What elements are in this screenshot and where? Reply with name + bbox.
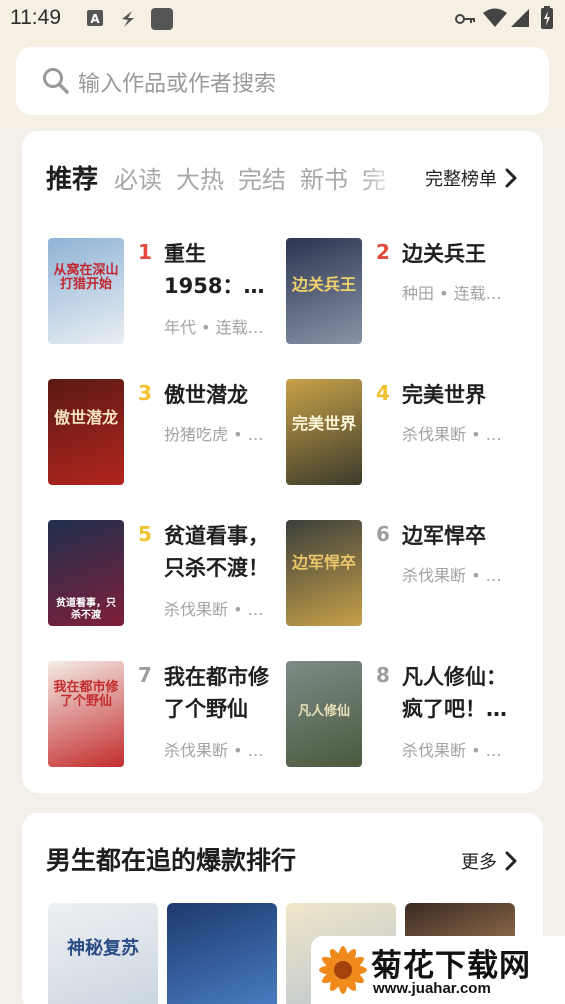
book-item[interactable]: 贫道看事，只杀不渡 5 贫道看事，只杀不渡！ 杀伐果断 • … (48, 520, 286, 628)
tab-completed[interactable]: 完结 (238, 160, 286, 195)
cover-text: 凡人修仙 (297, 704, 350, 719)
book-item[interactable]: 边关兵王 2 边关兵王 种田 • 连载… (286, 238, 524, 346)
rank-number: 5 (138, 522, 152, 546)
search-icon[interactable] (42, 67, 70, 99)
book-cover[interactable]: 边军悍卒 (286, 520, 362, 626)
rank-number: 4 (376, 381, 390, 405)
book-title: 边军悍卒 (402, 524, 486, 548)
rank-number: 7 (138, 663, 152, 687)
cover-text: 边军悍卒 (291, 553, 356, 572)
more-label: 更多 (461, 852, 497, 873)
book-title: 凡人修仙：疯了吧！… (402, 665, 507, 721)
tabs-fade (362, 159, 410, 199)
book-item[interactable]: 我在都市修了个野仙 7 我在都市修了个野仙 杀伐果断 • … (48, 661, 286, 769)
search-box[interactable]: 输入作品或作者搜索 (16, 47, 549, 115)
book-meta: 杀伐果断 • … (402, 741, 502, 760)
watermark: 菊花下载网 www.juahar.com (311, 936, 565, 1004)
book-item[interactable]: 完美世界 4 完美世界 杀伐果断 • … (286, 379, 524, 487)
key-icon (455, 11, 477, 31)
ranking-card: 推荐必读大热完结新书完 完整榜单 从窝在深山打猎开始 1 重生1958：… 年代… (22, 131, 543, 793)
book-item[interactable]: 凡人修仙 8 凡人修仙：疯了吧！… 杀伐果断 • … (286, 661, 524, 769)
battery-charging-icon (540, 6, 554, 34)
book-title: 完美世界 (402, 383, 486, 407)
tab-must-read[interactable]: 必读 (114, 160, 162, 195)
cover-text: 我在都市修了个野仙 (53, 680, 119, 709)
section-title: 男生都在追的爆款排行 (46, 846, 297, 875)
book-title: 边关兵王 (402, 242, 486, 266)
book-item[interactable]: 边军悍卒 6 边军悍卒 杀伐果断 • … (286, 520, 524, 628)
rank-number: 2 (376, 240, 390, 264)
rank-number: 1 (138, 240, 152, 264)
book-meta: 种田 • 连载… (402, 284, 502, 303)
tab-new[interactable]: 新书 (300, 160, 348, 195)
book-item[interactable]: 从窝在深山打猎开始 1 重生1958：… 年代 • 连载… (48, 238, 286, 346)
rank-number: 6 (376, 522, 390, 546)
book-title: 傲世潜龙 (164, 383, 248, 407)
book-title: 贫道看事，只杀不渡！ (164, 524, 269, 580)
flash-icon (118, 9, 138, 33)
book-meta: 扮猪吃虎 • … (164, 425, 264, 444)
full-list-button[interactable]: 完整榜单 (425, 165, 517, 193)
search-input[interactable]: 输入作品或作者搜索 (78, 66, 276, 98)
status-time: 11:49 (10, 6, 61, 29)
signal-icon (510, 8, 530, 32)
cover-text: 边关兵王 (291, 275, 356, 294)
rank-number: 3 (138, 381, 152, 405)
top-header: 输入作品或作者搜索 (0, 38, 565, 126)
flower-logo-icon (315, 942, 371, 1002)
full-list-label: 完整榜单 (425, 169, 497, 190)
watermark-url: www.juahar.com (373, 980, 491, 997)
book-cover[interactable]: 傲世潜龙 (48, 379, 124, 485)
book-cover[interactable]: 完美世界 (286, 379, 362, 485)
book-cover[interactable]: 边关兵王 (286, 238, 362, 344)
more-button[interactable]: 更多 (461, 848, 517, 876)
book-meta: 杀伐果断 • … (402, 566, 502, 585)
cover-text: 傲世潜龙 (53, 408, 118, 427)
book-thumb[interactable]: 神秘复苏 (48, 903, 158, 1004)
cover-text: 贫道看事，只杀不渡 (56, 598, 116, 621)
status-bar: 11:49 A (0, 0, 565, 38)
book-thumb[interactable] (167, 903, 277, 1004)
book-title: 重生1958：… (164, 242, 265, 298)
book-meta: 杀伐果断 • … (164, 600, 264, 619)
book-cover[interactable]: 贫道看事，只杀不渡 (48, 520, 124, 626)
book-cover[interactable]: 从窝在深山打猎开始 (48, 238, 124, 344)
cover-text: 从窝在深山打猎开始 (53, 263, 119, 292)
app-square-icon (150, 7, 174, 35)
tab-recommend[interactable]: 推荐 (46, 159, 98, 196)
cover-text: 神秘复苏 (67, 938, 139, 959)
cover-text: 完美世界 (291, 414, 356, 433)
chevron-right-icon (505, 851, 517, 876)
book-meta: 杀伐果断 • … (402, 425, 502, 444)
svg-text:A: A (90, 12, 100, 26)
android-a-icon: A (86, 9, 104, 31)
rank-number: 8 (376, 663, 390, 687)
book-title: 我在都市修了个野仙 (164, 665, 269, 721)
book-item[interactable]: 傲世潜龙 3 傲世潜龙 扮猪吃虎 • … (48, 379, 286, 487)
tab-hot[interactable]: 大热 (176, 160, 224, 195)
book-meta: 杀伐果断 • … (164, 741, 264, 760)
book-cover[interactable]: 我在都市修了个野仙 (48, 661, 124, 767)
book-meta: 年代 • 连载… (164, 318, 264, 337)
chevron-right-icon (505, 168, 517, 193)
book-cover[interactable]: 凡人修仙 (286, 661, 362, 767)
watermark-title: 菊花下载网 (371, 948, 531, 984)
ranking-tabs: 推荐必读大热完结新书完 (46, 159, 406, 199)
wifi-icon (482, 8, 508, 32)
